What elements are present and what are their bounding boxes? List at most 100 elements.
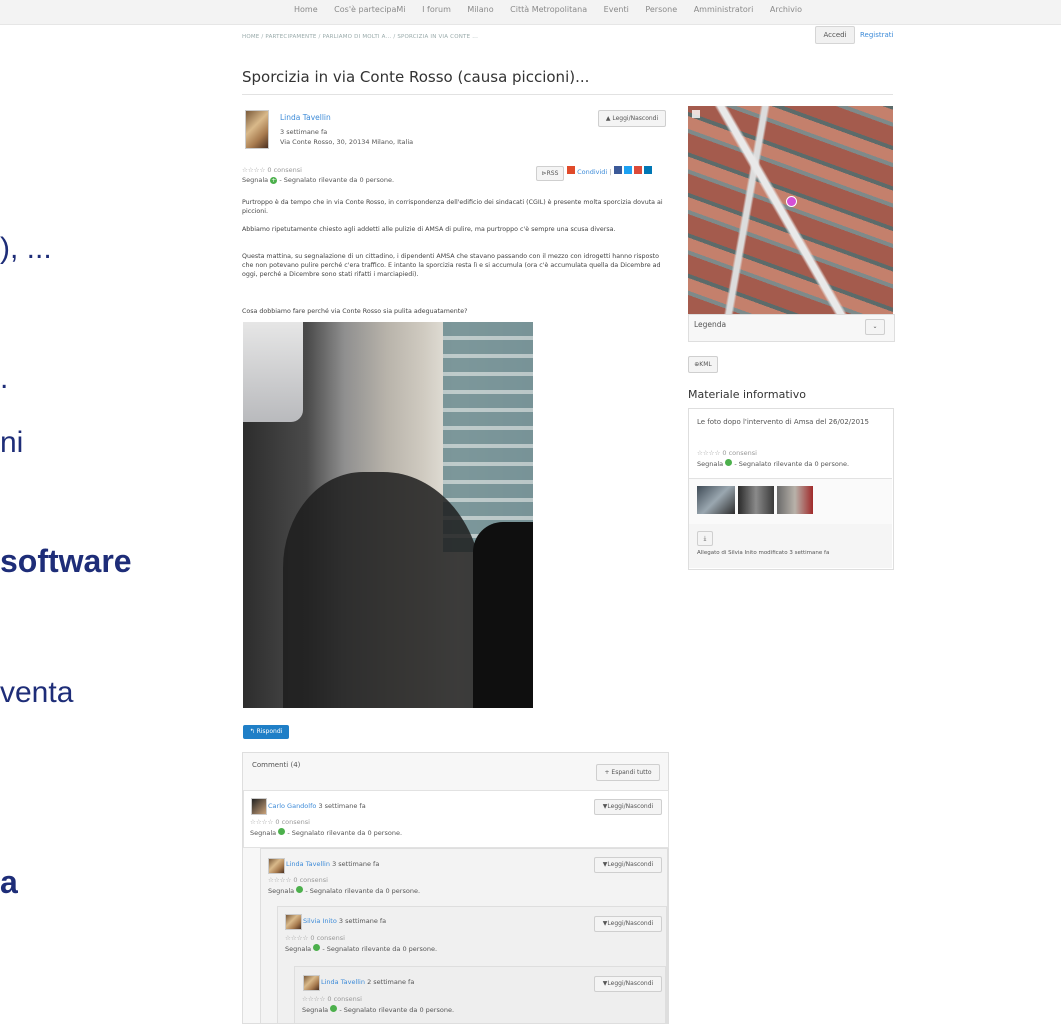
plus-icon[interactable] bbox=[296, 886, 304, 893]
comment-3-author[interactable]: Silvia Inito bbox=[303, 917, 337, 925]
comment-2-toggle[interactable]: ▼Leggi/Nascondi bbox=[594, 857, 662, 873]
slide-text-5: venta bbox=[0, 676, 74, 709]
comment-1-consensi[interactable]: ☆☆☆☆ 0 consensi bbox=[250, 818, 310, 826]
slide-text-3: ni bbox=[0, 426, 24, 459]
plus-icon[interactable] bbox=[278, 828, 286, 835]
comment-1-toggle-label: Leggi/Nascondi bbox=[607, 803, 654, 810]
linkedin-icon[interactable] bbox=[643, 166, 652, 174]
post-time: 3 settimane fa bbox=[280, 128, 328, 136]
comment-3-avatar[interactable] bbox=[285, 914, 302, 930]
comment-3-segnalato: - Segnalato rilevante da 0 persone. bbox=[322, 945, 438, 953]
plus-icon[interactable]: + bbox=[270, 177, 278, 184]
post-paragraph-1: Purtroppo è da tempo che in via Conte Ro… bbox=[242, 199, 663, 215]
comment-2-segnala-label[interactable]: Segnala bbox=[268, 887, 294, 895]
legend-toggle-button[interactable]: ⌄ bbox=[865, 319, 885, 335]
comment-4-toggle[interactable]: ▼Leggi/Nascondi bbox=[594, 976, 662, 992]
comment-1-segnala-label[interactable]: Segnala bbox=[250, 829, 276, 837]
post-consensi[interactable]: ☆☆☆☆ 0 consensi bbox=[242, 166, 302, 174]
comment-4-segnala: Segnala - Segnalato rilevante da 0 perso… bbox=[302, 1005, 454, 1014]
nav-persone[interactable]: Persone bbox=[645, 5, 677, 14]
author-link[interactable]: Linda Tavellin bbox=[280, 113, 331, 122]
material-item-title[interactable]: Le foto dopo l'intervento di Amsa del 26… bbox=[697, 418, 872, 427]
comment-2-time: 3 settimane fa bbox=[332, 860, 380, 868]
rss-button[interactable]: ⊳RSS bbox=[536, 166, 564, 181]
comment-3-meta: Silvia Inito 3 settimane fa bbox=[303, 917, 386, 925]
photo-car bbox=[243, 322, 303, 422]
comment-4-consensi[interactable]: ☆☆☆☆ 0 consensi bbox=[302, 995, 362, 1003]
slide-text-1: ), ... bbox=[0, 232, 52, 265]
nav-cose-partecipami[interactable]: Cos'è partecipaMi bbox=[334, 5, 405, 14]
googleplus-icon[interactable] bbox=[633, 166, 642, 174]
segnala-label[interactable]: Segnala bbox=[242, 176, 268, 184]
share-icon[interactable] bbox=[567, 166, 575, 174]
material-consensi[interactable]: ☆☆☆☆ 0 consensi bbox=[697, 449, 757, 457]
page-title: Sporcizia in via Conte Rosso (causa picc… bbox=[242, 68, 590, 86]
post-paragraph-4: Cosa dobbiamo fare perché via Conte Ross… bbox=[242, 308, 468, 315]
download-button[interactable]: ⤓ bbox=[697, 531, 713, 546]
twitter-icon[interactable] bbox=[623, 166, 632, 174]
comment-3-toggle[interactable]: ▼Leggi/Nascondi bbox=[594, 916, 662, 932]
reply-label: Rispondi bbox=[256, 728, 283, 735]
comment-3-segnala-label[interactable]: Segnala bbox=[285, 945, 311, 953]
legend-label: Legenda bbox=[694, 320, 727, 329]
post-paragraph-3: Questa mattina, su segnalazione di un ci… bbox=[242, 253, 661, 278]
comment-2-meta: Linda Tavellin 3 settimane fa bbox=[286, 860, 379, 868]
comment-3-consensi[interactable]: ☆☆☆☆ 0 consensi bbox=[285, 934, 345, 942]
plus-icon[interactable] bbox=[313, 944, 321, 951]
kml-button[interactable]: ⊕KML bbox=[688, 356, 718, 373]
comment-2-author[interactable]: Linda Tavellin bbox=[286, 860, 330, 868]
share-row: Condividi | bbox=[567, 166, 652, 176]
download-icon: ⤓ bbox=[703, 535, 707, 542]
condividi-link[interactable]: Condividi bbox=[577, 168, 607, 176]
reply-button[interactable]: ↰ Rispondi bbox=[243, 725, 289, 739]
post-segnala-row: Segnala + - Segnalato rilevante da 0 per… bbox=[242, 176, 394, 184]
login-button[interactable]: Accedi bbox=[815, 26, 855, 44]
segnalato-text: - Segnalato rilevante da 0 persone. bbox=[279, 176, 395, 184]
nav-amministratori[interactable]: Amministratori bbox=[694, 5, 754, 14]
map-pin-icon[interactable] bbox=[786, 196, 797, 207]
material-footer bbox=[689, 524, 892, 568]
comment-1-toggle[interactable]: ▼Leggi/Nascondi bbox=[594, 799, 662, 815]
thumbnail-1[interactable] bbox=[697, 486, 735, 514]
reply-icon: ↰ bbox=[249, 728, 257, 735]
comment-2-avatar[interactable] bbox=[268, 858, 285, 874]
map-fullscreen-icon[interactable] bbox=[692, 110, 700, 118]
title-divider bbox=[242, 94, 893, 95]
nav-archivio[interactable]: Archivio bbox=[770, 5, 802, 14]
comment-3-segnala: Segnala - Segnalato rilevante da 0 perso… bbox=[285, 944, 437, 953]
register-link[interactable]: Registrati bbox=[860, 31, 894, 39]
slide-text-2: . bbox=[0, 362, 9, 395]
nav-citta-metropolitana[interactable]: Città Metropolitana bbox=[510, 5, 587, 14]
comment-4-avatar[interactable] bbox=[303, 975, 320, 991]
toggle-post-button[interactable]: ▲ Leggi/Nascondi bbox=[598, 110, 666, 127]
thumbnail-3[interactable] bbox=[777, 486, 813, 514]
map-view[interactable] bbox=[688, 106, 893, 314]
comment-1-meta: Carlo Gandolfo 3 settimane fa bbox=[268, 802, 366, 810]
nav-milano[interactable]: Milano bbox=[467, 5, 493, 14]
comment-4-toggle-label: Leggi/Nascondi bbox=[607, 980, 654, 987]
post-photo[interactable] bbox=[243, 322, 533, 708]
thumbnail-2[interactable] bbox=[738, 486, 774, 514]
nav-eventi[interactable]: Eventi bbox=[604, 5, 629, 14]
comment-1-segnalato: - Segnalato rilevante da 0 persone. bbox=[287, 829, 403, 837]
nav-home[interactable]: Home bbox=[294, 5, 318, 14]
comment-4-author[interactable]: Linda Tavellin bbox=[321, 978, 365, 986]
plus-icon[interactable] bbox=[725, 459, 733, 466]
comment-1-segnala: Segnala - Segnalato rilevante da 0 perso… bbox=[250, 828, 402, 837]
breadcrumb[interactable]: HOME / PARTECIPAMENTE / PARLIAMO DI MOLT… bbox=[242, 34, 478, 40]
comment-2-segnala: Segnala - Segnalato rilevante da 0 perso… bbox=[268, 886, 420, 895]
facebook-icon[interactable] bbox=[613, 166, 622, 174]
material-segnalato: - Segnalato rilevante da 0 persone. bbox=[734, 460, 850, 468]
post-address: Via Conte Rosso, 30, 20134 Milano, Itali… bbox=[280, 138, 414, 146]
nav-forum[interactable]: I forum bbox=[422, 5, 451, 14]
plus-icon[interactable] bbox=[330, 1005, 338, 1012]
comment-4-segnala-label[interactable]: Segnala bbox=[302, 1006, 328, 1014]
material-segnala-label[interactable]: Segnala bbox=[697, 460, 723, 468]
author-avatar[interactable] bbox=[245, 110, 269, 149]
photo-figure bbox=[473, 522, 533, 708]
comment-2-consensi[interactable]: ☆☆☆☆ 0 consensi bbox=[268, 876, 328, 884]
expand-all-button[interactable]: + Espandi tutto bbox=[596, 764, 660, 781]
comment-1-author[interactable]: Carlo Gandolfo bbox=[268, 802, 316, 810]
comment-1-avatar[interactable] bbox=[251, 798, 267, 815]
comment-2-toggle-label: Leggi/Nascondi bbox=[607, 861, 654, 868]
